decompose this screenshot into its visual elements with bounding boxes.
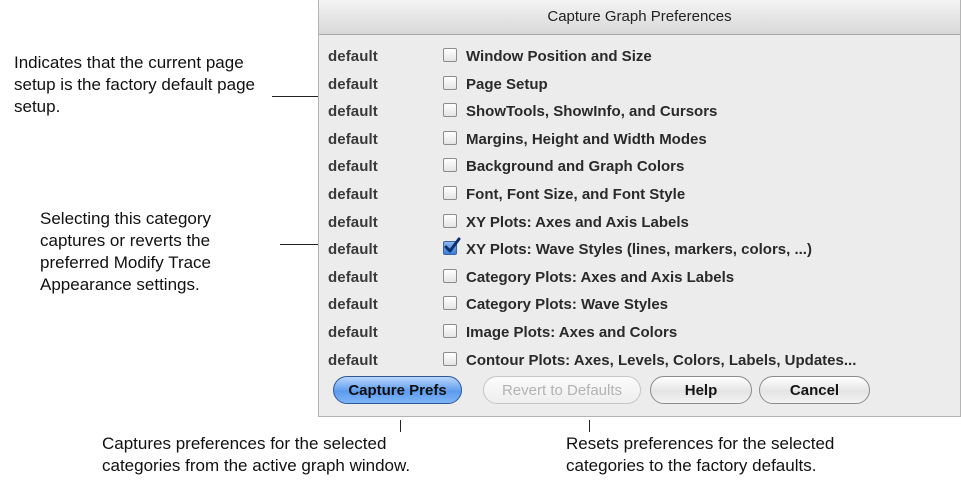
category-label[interactable]: Contour Plots: Axes, Levels, Colors, Lab… (466, 352, 856, 369)
category-status: default (328, 48, 378, 65)
category-label[interactable]: Window Position and Size (466, 48, 652, 65)
category-label[interactable]: Image Plots: Axes and Colors (466, 324, 677, 341)
category-status: default (328, 103, 378, 121)
category-label[interactable]: Font, Font Size, and Font Style (466, 186, 685, 203)
category-status: default (328, 241, 378, 259)
category-label[interactable]: Page Setup (466, 76, 548, 93)
page-setup-annotation: Indicates that the current page setup is… (14, 53, 255, 116)
capture-prefs-button[interactable]: Capture Prefs (333, 376, 462, 404)
category-checkbox[interactable] (443, 130, 457, 145)
checkmark-icon (444, 237, 461, 253)
page-setup-leader-line (272, 96, 322, 97)
revert-to-defaults-button[interactable]: Revert to Defaults (483, 376, 641, 404)
revert-annotation: Resets preferences for the selected cate… (566, 434, 835, 475)
category-status: default (328, 75, 378, 93)
capture-leader-tick (400, 420, 401, 432)
category-checkbox[interactable] (443, 75, 457, 90)
category-status: default (328, 296, 378, 314)
capture-graph-preferences-dialog: Capture Graph Preferences default Window … (318, 0, 961, 417)
category-checkbox[interactable] (443, 48, 457, 62)
category-label[interactable]: XY Plots: Wave Styles (lines, markers, c… (466, 241, 812, 258)
category-status: default (328, 185, 378, 203)
category-row: default Page Setup (319, 73, 960, 101)
category-label[interactable]: Category Plots: Axes and Axis Labels (466, 269, 734, 286)
preference-category-list: default Window Position and Size default Pa… (319, 45, 960, 376)
category-row: default Category Plots: Axes and Axis Lab… (319, 266, 960, 294)
category-status: default (328, 323, 378, 341)
dialog-title: Capture Graph Preferences (319, 0, 960, 35)
category-checkbox[interactable] (443, 158, 457, 173)
category-checkbox[interactable] (443, 296, 457, 311)
wave-styles-annotation: Selecting this category captures or reve… (40, 209, 212, 294)
cancel-button[interactable]: Cancel (759, 376, 870, 404)
category-row: default Contour Plots: Axes, Levels, Colo… (319, 349, 960, 377)
capture-annotation: Captures preferences for the selected ca… (102, 434, 411, 475)
category-checkbox[interactable] (443, 268, 457, 283)
category-row: default Font, Font Size, and Font Style (319, 183, 960, 211)
category-status: default (328, 268, 378, 286)
category-row: default Background and Graph Colors (319, 155, 960, 183)
category-row: default Window Position and Size (319, 45, 960, 73)
category-row: default XY Plots: Wave Styles (lines, mar… (319, 237, 960, 266)
category-row: default Image Plots: Axes and Colors (319, 321, 960, 349)
category-row: default ShowTools, ShowInfo, and Cursors (319, 100, 960, 128)
help-button[interactable]: Help (650, 376, 752, 404)
category-checkbox[interactable] (443, 103, 457, 118)
category-row: default Margins, Height and Width Modes (319, 128, 960, 156)
category-label[interactable]: ShowTools, ShowInfo, and Cursors (466, 103, 717, 120)
category-checkbox[interactable] (443, 185, 457, 200)
category-label[interactable]: XY Plots: Axes and Axis Labels (466, 214, 689, 231)
category-status: default (328, 213, 378, 231)
category-label[interactable]: Category Plots: Wave Styles (466, 296, 668, 313)
category-row: default XY Plots: Axes and Axis Labels (319, 211, 960, 239)
category-checkbox[interactable] (443, 237, 461, 256)
category-status: default (328, 158, 378, 176)
revert-leader-tick (589, 420, 590, 432)
category-row: default Category Plots: Wave Styles (319, 293, 960, 321)
category-status: default (328, 351, 378, 369)
category-checkbox[interactable] (443, 351, 457, 366)
category-label[interactable]: Margins, Height and Width Modes (466, 131, 707, 148)
category-status: default (328, 130, 378, 148)
category-label[interactable]: Background and Graph Colors (466, 158, 684, 175)
category-checkbox[interactable] (443, 213, 457, 228)
category-checkbox[interactable] (443, 323, 457, 338)
